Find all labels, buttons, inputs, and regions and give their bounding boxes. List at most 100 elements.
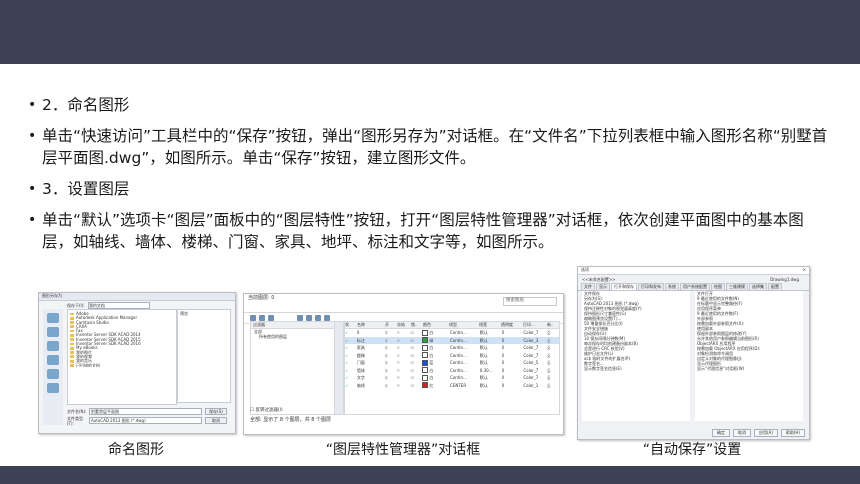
options-tab[interactable]: 三维建模	[726, 283, 748, 290]
folder-item[interactable]: 已扫描的文档	[70, 363, 174, 367]
lock-icon[interactable]: ⊡	[410, 368, 422, 373]
column-header[interactable]: 开	[385, 322, 397, 328]
column-header[interactable]: 名称	[357, 322, 385, 328]
layer-plot-style[interactable]: Color_7	[523, 330, 547, 335]
column-header[interactable]: 状.	[345, 322, 357, 328]
layer-linetype[interactable]: Contin...	[450, 360, 480, 365]
plot-icon[interactable]: ⎙	[547, 383, 559, 388]
options-tab[interactable]: 打印和发布	[638, 283, 664, 290]
layer-linetype[interactable]: Contin...	[450, 330, 480, 335]
column-header[interactable]: 线型	[449, 322, 479, 328]
layer-lineweight[interactable]: 0.30...	[480, 368, 502, 373]
freeze-icon[interactable]: ☼	[397, 345, 411, 350]
layer-row[interactable]: ✓ 标注 ♀ ☼ ⊡ 绿 Contin... 默认 0 Color_3 ⎙	[345, 336, 559, 344]
layer-plot-style[interactable]: Color_7	[523, 345, 547, 350]
layer-plot-style[interactable]: Color_3	[523, 338, 547, 343]
on-icon[interactable]: ♀	[385, 368, 397, 373]
layer-linetype[interactable]: Contin...	[450, 375, 480, 380]
options-tab[interactable]: 文件	[581, 283, 595, 290]
layer-color[interactable]: 白	[429, 330, 450, 335]
options-tab[interactable]: 系统	[665, 283, 679, 290]
ftp-icon[interactable]	[47, 355, 59, 365]
layer-row[interactable]: ✓ 轴线 ♀ ☼ ⊡ 红 CENTER 默认 0 Color_1 ⎙	[345, 382, 559, 390]
freeze-icon[interactable]: ☼	[397, 353, 411, 358]
layer-plot-style[interactable]: Color_1	[523, 383, 547, 388]
layer-search-input[interactable]: 搜索图层	[503, 297, 557, 306]
layer-transparency[interactable]: 0	[502, 353, 524, 358]
layer-color[interactable]: 白	[429, 375, 450, 380]
layer-lineweight[interactable]: 默认	[480, 338, 502, 343]
cancel-button[interactable]: 取消	[205, 417, 227, 424]
on-icon[interactable]: ♀	[385, 353, 397, 358]
column-header[interactable]: 冻结	[397, 322, 411, 328]
options-tab[interactable]: 打开和保存	[611, 283, 637, 290]
layer-color[interactable]: 白	[429, 345, 450, 350]
filetype-dropdown[interactable]: AutoCAD 2013 图形 (*.dwg)	[89, 417, 202, 424]
lock-icon[interactable]: ⊡	[410, 338, 422, 343]
layer-lineweight[interactable]: 默认	[480, 383, 502, 388]
layer-row[interactable]: ✓ 文字 ♀ ☼ ⊡ 白 Contin... 默认 0 Color_7 ⎙	[345, 374, 559, 382]
filename-field[interactable]: 别墅首层平面图	[89, 408, 202, 415]
layer-lineweight[interactable]: 默认	[480, 360, 502, 365]
close-icon[interactable]: ✕	[803, 267, 806, 272]
freeze-icon[interactable]: ☼	[397, 375, 411, 380]
layer-row[interactable]: ✓ 家具 ♀ ☼ ⊡ 白 Contin... 默认 0 Color_7 ⎙	[345, 344, 559, 352]
column-header[interactable]: 新..	[547, 322, 559, 328]
column-header[interactable]: 锁..	[411, 322, 423, 328]
column-header[interactable]: 透明度	[501, 322, 523, 328]
lock-icon[interactable]: ⊡	[410, 360, 422, 365]
on-icon[interactable]: ♀	[385, 375, 397, 380]
layer-transparency[interactable]: 0	[502, 360, 524, 365]
filter-used-layers[interactable]: 所有使用的图层	[251, 334, 335, 339]
options-button[interactable]: 应用(A)	[754, 429, 778, 437]
options-button[interactable]: 取消	[733, 429, 751, 437]
layer-lineweight[interactable]: 默认	[480, 330, 502, 335]
plot-icon[interactable]: ⎙	[547, 353, 559, 358]
invert-filter-checkbox[interactable]: ☐ 反转过滤器(I)	[250, 408, 283, 413]
freeze-icon[interactable]: ☼	[397, 360, 411, 365]
options-button[interactable]: 帮助(H)	[780, 429, 805, 437]
layer-color[interactable]: 绿	[429, 338, 450, 343]
column-header[interactable]: 打印...	[523, 322, 547, 328]
layer-plot-style[interactable]: Color_7	[523, 375, 547, 380]
on-icon[interactable]: ♀	[385, 345, 397, 350]
save-in-dropdown[interactable]: 我的文档	[87, 302, 150, 309]
options-tab[interactable]: 绘图	[711, 283, 725, 290]
layer-color[interactable]: 白	[429, 368, 450, 373]
layer-transparency[interactable]: 0	[502, 368, 524, 373]
layer-plot-style[interactable]: Color_5	[523, 360, 547, 365]
lock-icon[interactable]: ⊡	[410, 353, 422, 358]
freeze-icon[interactable]: ☼	[397, 330, 411, 335]
layer-lineweight[interactable]: 默认	[480, 345, 502, 350]
lock-icon[interactable]: ⊡	[410, 330, 422, 335]
layer-transparency[interactable]: 0	[502, 345, 524, 350]
column-header[interactable]: 颜色	[423, 322, 449, 328]
option-line[interactable]: 显示“代理信息”对话框(W)	[695, 366, 803, 371]
plot-icon[interactable]: ⎙	[547, 375, 559, 380]
freeze-icon[interactable]: ☼	[397, 338, 411, 343]
option-line[interactable]: 显示数字签名信息(E)	[582, 366, 690, 371]
plot-icon[interactable]: ⎙	[547, 360, 559, 365]
plot-icon[interactable]: ⎙	[547, 338, 559, 343]
options-tab[interactable]: 配置	[768, 283, 782, 290]
layer-side-tab[interactable]	[334, 321, 344, 415]
layer-transparency[interactable]: 0	[502, 383, 524, 388]
plot-icon[interactable]: ⎙	[547, 345, 559, 350]
layer-color[interactable]: 蓝	[429, 360, 450, 365]
options-tab[interactable]: 选择集	[749, 283, 767, 290]
save-button[interactable]: 保存(S)	[205, 408, 227, 415]
freeze-icon[interactable]: ☼	[397, 368, 411, 373]
layer-color[interactable]: 白	[429, 353, 450, 358]
layer-transparency[interactable]: 0	[502, 338, 524, 343]
options-tab[interactable]: 显示	[596, 283, 610, 290]
layer-linetype[interactable]: CENTER	[450, 383, 480, 388]
favorites-icon[interactable]	[47, 341, 59, 351]
column-header[interactable]: 线宽	[479, 322, 501, 328]
layer-row[interactable]: ✓ 门窗 ♀ ☼ ⊡ 蓝 Contin... 默认 0 Color_5 ⎙	[345, 359, 559, 367]
lock-icon[interactable]: ⊡	[410, 383, 422, 388]
layer-plot-style[interactable]: Color_7	[523, 353, 547, 358]
buzzsaw-icon[interactable]	[47, 383, 59, 393]
desktop-icon[interactable]	[47, 369, 59, 379]
layer-row[interactable]: ✓ 楼梯 ♀ ☼ ⊡ 白 Contin... 默认 0 Color_7 ⎙	[345, 352, 559, 360]
layer-transparency[interactable]: 0	[502, 375, 524, 380]
